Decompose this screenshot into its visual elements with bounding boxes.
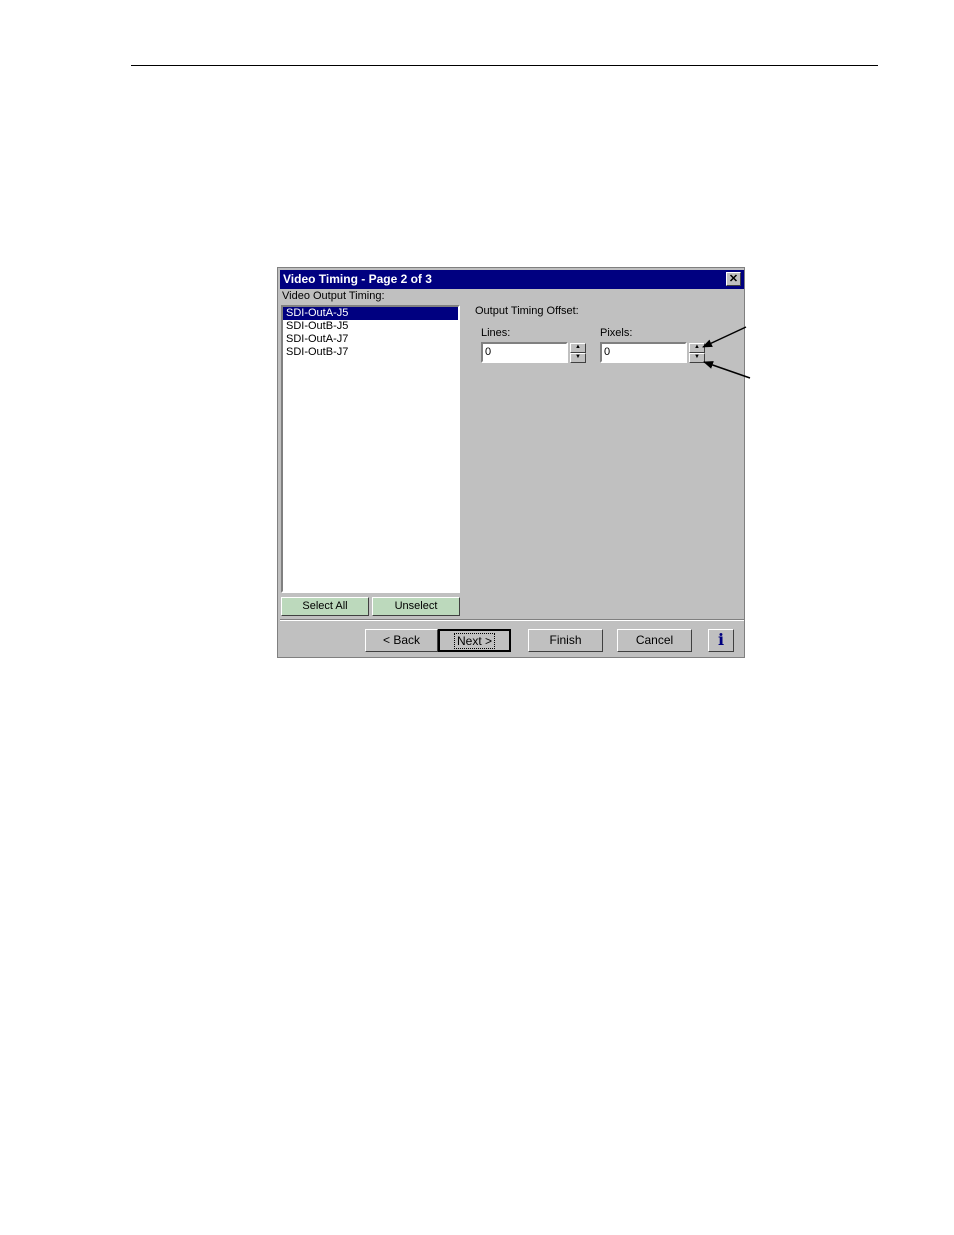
callout-arrows xyxy=(702,326,751,379)
callout-arrow-icon xyxy=(702,326,747,348)
callout-arrow-icon xyxy=(703,361,751,379)
